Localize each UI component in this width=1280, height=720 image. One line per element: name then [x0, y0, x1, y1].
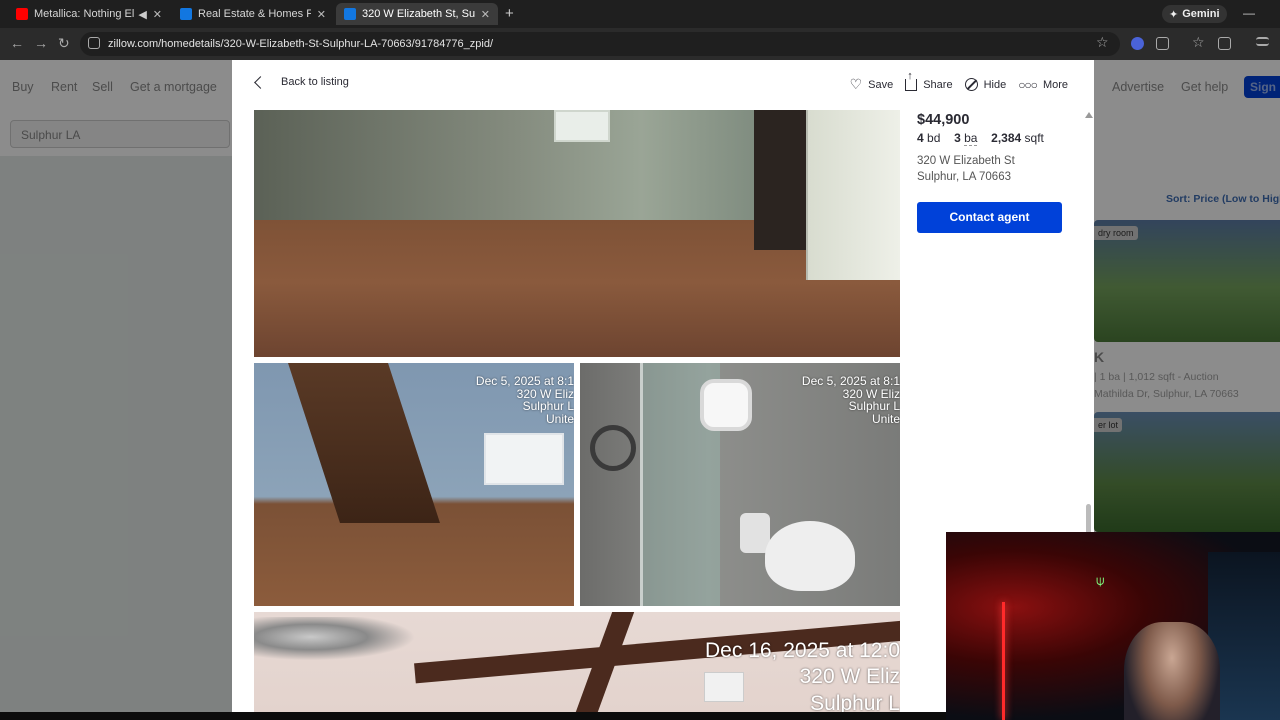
heart-icon: ♡: [849, 76, 863, 92]
extension-icon[interactable]: [1131, 37, 1144, 50]
zillow-icon: [180, 8, 192, 20]
address-bar[interactable]: zillow.com/homedetails/320-W-Elizabeth-S…: [80, 32, 1120, 56]
sqft-count: 2,384: [991, 131, 1022, 145]
speaker-icon: ◀: [138, 8, 147, 21]
sparkle-icon: ✦: [1169, 8, 1179, 21]
listing-photo-bedroom[interactable]: [254, 110, 900, 357]
more-label: More: [1042, 78, 1068, 91]
close-icon[interactable]: ✕: [147, 8, 162, 21]
beds-count: 4: [917, 131, 924, 145]
share-button[interactable]: Share: [905, 70, 953, 91]
close-icon[interactable]: ✕: [475, 8, 490, 21]
streamer-logo-icon: ⍦: [1096, 572, 1105, 588]
browser-nav-bar: ← → ↻ zillow.com/homedetails/320-W-Eliza…: [0, 28, 1280, 60]
hide-button[interactable]: Hide: [964, 78, 1007, 91]
back-to-listing-button[interactable]: Back to listing: [254, 75, 349, 89]
address-city: Sulphur, LA 70663: [917, 171, 1011, 183]
save-button[interactable]: ♡ Save: [850, 76, 894, 93]
listing-photo-bedroom-ceiling[interactable]: Dec 5, 2025 at 8:1 320 W Eliz Sulphur L …: [254, 363, 574, 606]
modal-header: Back to listing ♡ Save Share Hide ○○○ Mo…: [232, 60, 1094, 110]
photo-timestamp: Dec 5, 2025 at 8:1 320 W Eliz Sulphur L …: [801, 374, 900, 426]
photo-timestamp: Dec 5, 2025 at 8:1 320 W Eliz Sulphur L …: [475, 374, 574, 426]
listing-address: 320 W Elizabeth St Sulphur, LA 70663: [917, 153, 1077, 185]
address-street: 320 W Elizabeth St: [917, 155, 1015, 167]
tab-title: 320 W Elizabeth St, Sulphur, LA: [362, 8, 475, 20]
zillow-icon: [344, 8, 356, 20]
bookmark-star-icon[interactable]: ☆: [1096, 34, 1109, 51]
share-icon: [905, 70, 918, 91]
listing-actions: ♡ Save Share Hide ○○○ More: [850, 70, 1068, 93]
tab-title: Real Estate & Homes For Sale -: [198, 8, 311, 20]
listing-summary: $44,900 4 bd 3 ba 2,384 sqft 320 W Eliza…: [917, 112, 1077, 233]
sqft-unit: sqft: [1024, 131, 1044, 145]
listing-price: $44,900: [917, 112, 970, 128]
collections-icon[interactable]: [1218, 37, 1231, 50]
reload-icon[interactable]: ↻: [58, 35, 70, 52]
gemini-button[interactable]: ✦ Gemini: [1162, 5, 1227, 23]
hide-label: Hide: [983, 78, 1007, 91]
youtube-icon: [16, 8, 28, 20]
more-dots-icon: ○○○: [1018, 77, 1038, 92]
photo-timestamp: Dec 16, 2025 at 12:0 320 W Eliz Sulphur …: [705, 639, 900, 712]
share-label: Share: [923, 78, 953, 91]
chevron-left-icon: [254, 75, 267, 89]
hide-icon: [964, 78, 978, 91]
tab-real-estate[interactable]: Real Estate & Homes For Sale - ✕: [172, 3, 334, 25]
new-tab-button[interactable]: +: [505, 5, 514, 22]
menu-icon[interactable]: [1256, 37, 1269, 46]
scroll-up-arrow-icon[interactable]: [1085, 112, 1093, 118]
more-button[interactable]: ○○○ More: [1018, 78, 1068, 92]
baths-count: 3: [954, 131, 961, 145]
close-icon[interactable]: ✕: [311, 8, 326, 21]
tab-metallica[interactable]: Metallica: Nothing Else Ma ◀ ✕: [8, 3, 170, 25]
save-label: Save: [868, 78, 894, 91]
webcam-overlay: ⍦: [946, 532, 1280, 720]
tab-listing[interactable]: 320 W Elizabeth St, Sulphur, LA ✕: [336, 3, 498, 25]
puzzle-icon[interactable]: [1156, 37, 1169, 50]
minimize-icon[interactable]: —: [1243, 6, 1255, 20]
listing-facts: 4 bd 3 ba 2,384 sqft: [917, 131, 1077, 146]
forward-arrow-icon[interactable]: →: [34, 35, 48, 51]
browser-tab-bar: Metallica: Nothing Else Ma ◀ ✕ Real Esta…: [0, 0, 1280, 28]
url-text: zillow.com/homedetails/320-W-Elizabeth-S…: [108, 38, 494, 50]
tab-title: Metallica: Nothing Else Ma: [34, 8, 135, 20]
beds-unit: bd: [927, 131, 941, 145]
back-label: Back to listing: [281, 76, 349, 88]
listing-photo-ceiling-fan[interactable]: Dec 16, 2025 at 12:0 320 W Eliz Sulphur …: [254, 612, 900, 712]
gemini-label: Gemini: [1182, 8, 1220, 20]
baths-unit[interactable]: ba: [964, 131, 978, 146]
listing-photo-bathroom[interactable]: Dec 5, 2025 at 8:1 320 W Eliz Sulphur L …: [580, 363, 900, 606]
back-arrow-icon[interactable]: ←: [10, 35, 24, 51]
streamer-video: [1124, 622, 1220, 720]
site-info-icon[interactable]: [88, 37, 100, 49]
contact-agent-button[interactable]: Contact agent: [917, 202, 1062, 233]
scroll-thumb[interactable]: [1086, 504, 1091, 534]
favorites-icon[interactable]: ☆: [1192, 34, 1205, 51]
